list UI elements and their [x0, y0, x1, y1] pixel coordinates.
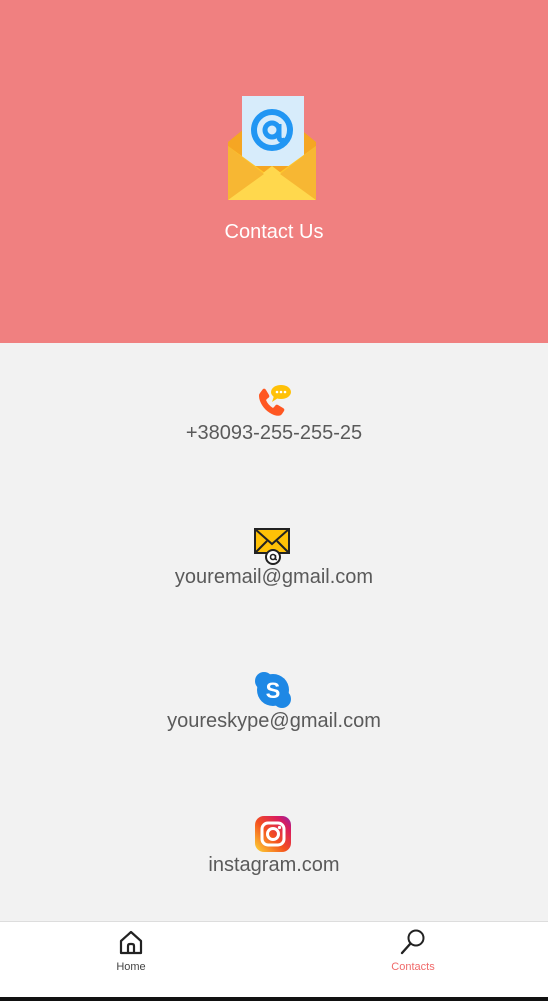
svg-text:S: S [266, 678, 281, 703]
skype-address: youreskype@gmail.com [167, 710, 381, 732]
instagram-icon [255, 816, 291, 852]
bottom-navigation: Home Contacts [0, 921, 548, 997]
screen-bottom-bar [0, 997, 548, 1001]
page-title: Contact Us [224, 221, 324, 243]
nav-label-contacts: Contacts [391, 961, 435, 973]
search-icon [400, 929, 425, 955]
header-banner: Contact Us [0, 0, 548, 343]
mail-at-icon [254, 528, 290, 565]
nav-label-home: Home [116, 961, 146, 973]
contact-item-instagram[interactable]: instagram.com [0, 815, 548, 891]
email-address: youremail@gmail.com [174, 566, 374, 588]
email-envelope-icon [228, 96, 316, 200]
contact-list: +38093-255-255-25 youremail@gmail.com S … [0, 343, 548, 921]
home-icon [119, 930, 143, 955]
contact-item-skype[interactable]: S youreskype@gmail.com [0, 671, 548, 747]
instagram-link: instagram.com [208, 854, 340, 876]
nav-item-contacts[interactable]: Contacts [343, 922, 483, 997]
phone-chat-icon [259, 385, 291, 416]
nav-item-home[interactable]: Home [61, 922, 201, 997]
phone-number: +38093-255-255-25 [185, 422, 363, 444]
contact-item-email[interactable]: youremail@gmail.com [0, 527, 548, 603]
skype-icon: S [255, 672, 291, 708]
contact-item-phone[interactable]: +38093-255-255-25 [0, 383, 548, 459]
